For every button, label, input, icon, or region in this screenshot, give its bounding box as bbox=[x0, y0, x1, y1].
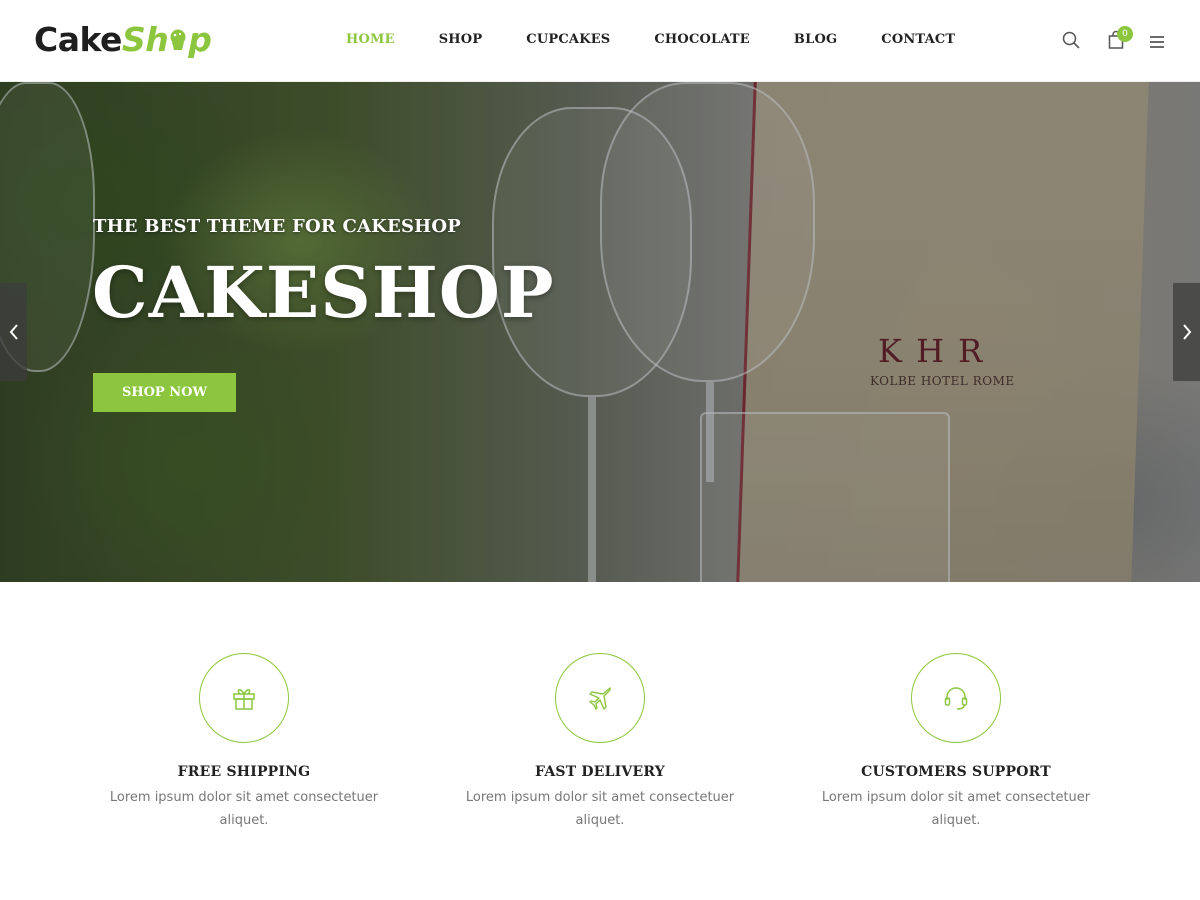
nav-item-blog[interactable]: BLOG bbox=[794, 32, 837, 47]
feature-title: FREE SHIPPING bbox=[177, 764, 311, 780]
feature-free-shipping: FREE SHIPPING Lorem ipsum dolor sit amet… bbox=[94, 653, 394, 832]
feature-fast-delivery: FAST DELIVERY Lorem ipsum dolor sit amet… bbox=[450, 653, 750, 832]
nav-item-shop[interactable]: SHOP bbox=[439, 32, 483, 47]
main-nav: HOME SHOP CUPCAKES CHOCOLATE BLOG CONTAC… bbox=[346, 32, 999, 47]
feature-text: Lorem ipsum dolor sit amet consectetuer … bbox=[109, 790, 379, 828]
shop-now-button[interactable]: SHOP NOW bbox=[93, 373, 236, 412]
nav-item-home[interactable]: HOME bbox=[346, 32, 395, 47]
nav-item-chocolate[interactable]: CHOCOLATE bbox=[654, 32, 750, 47]
hero-slider: K H R KOLBE HOTEL ROME THE BEST THEME FO… bbox=[0, 82, 1200, 582]
site-header: Cake Sh p HOME SHOP CUPCAKES CHOCOLATE B… bbox=[0, 0, 1200, 82]
feature-icon-circle bbox=[911, 653, 1001, 743]
site-logo[interactable]: Cake Sh p bbox=[34, 14, 212, 64]
cupcake-logo-icon bbox=[170, 29, 186, 50]
cart-count-badge: 0 bbox=[1117, 26, 1133, 42]
feature-icon-circle bbox=[199, 653, 289, 743]
feature-title: FAST DELIVERY bbox=[535, 764, 665, 780]
slider-prev-button[interactable] bbox=[0, 283, 27, 381]
nav-item-cupcakes[interactable]: CUPCAKES bbox=[526, 32, 610, 47]
nav-item-contact[interactable]: CONTACT bbox=[881, 32, 955, 47]
logo-text-cake: Cake bbox=[34, 19, 122, 59]
feature-icon-circle bbox=[555, 653, 645, 743]
search-icon[interactable] bbox=[1061, 30, 1081, 50]
gift-icon bbox=[233, 689, 255, 710]
feature-text: Lorem ipsum dolor sit amet consectetuer … bbox=[821, 790, 1091, 828]
hamburger-menu-icon[interactable] bbox=[1148, 33, 1168, 53]
headset-icon bbox=[944, 687, 968, 710]
hero-subtitle: THE BEST THEME FOR CAKESHOP bbox=[93, 216, 461, 237]
chevron-right-icon bbox=[1182, 324, 1191, 340]
feature-customers-support: CUSTOMERS SUPPORT Lorem ipsum dolor sit … bbox=[806, 653, 1106, 832]
feature-text: Lorem ipsum dolor sit amet consectetuer … bbox=[465, 790, 735, 828]
feature-title: CUSTOMERS SUPPORT bbox=[861, 764, 1051, 780]
logo-text-shop: Sh bbox=[121, 19, 169, 59]
chevron-left-icon bbox=[9, 324, 18, 340]
hero-title: CAKESHOP bbox=[92, 251, 555, 334]
airplane-icon bbox=[589, 687, 611, 710]
slider-next-button[interactable] bbox=[1173, 283, 1200, 381]
logo-text-p: p bbox=[188, 19, 212, 59]
